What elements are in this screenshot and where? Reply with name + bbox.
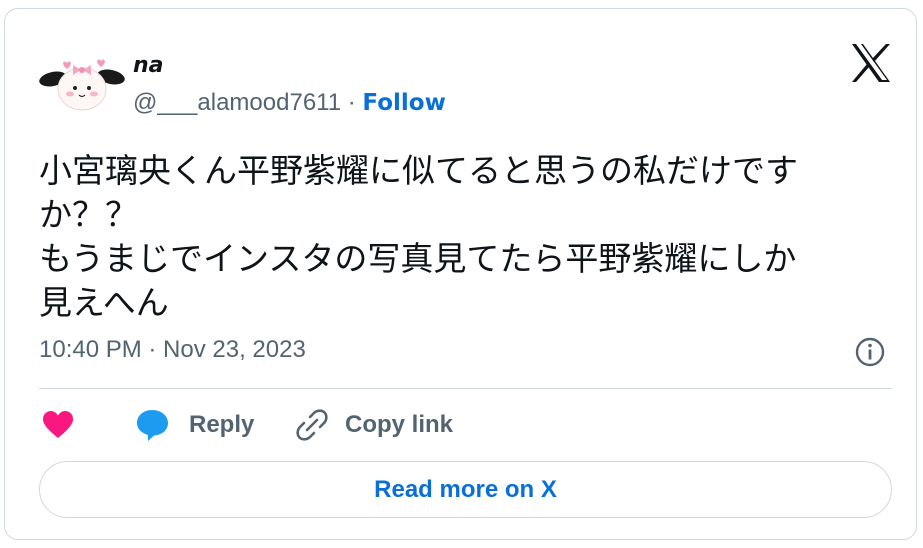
copy-link-button[interactable]: Copy link (295, 405, 453, 445)
avatar[interactable] (39, 53, 125, 113)
author-handle-row: @___alamood7611 · Follow (133, 89, 446, 117)
heart-icon (43, 411, 73, 438)
tweet-text: 小宮璃央くん平野紫耀に似てると思うの私だけです か？？ もうまじでインスタの写真… (39, 151, 798, 322)
info-icon[interactable] (853, 335, 887, 369)
reply-label: Reply (189, 411, 255, 438)
tweet-card: na @___alamood7611 · Follow 小宮璃央くん平野紫耀に似… (4, 8, 917, 540)
copy-link-label: Copy link (345, 411, 454, 438)
tweet-actions: Reply Copy link (39, 405, 892, 445)
follow-button[interactable]: Follow (362, 90, 445, 116)
divider (39, 388, 892, 389)
separator-dot: · (347, 89, 356, 116)
tweet-timestamp[interactable]: 10:40 PM · Nov 23, 2023 (39, 336, 306, 364)
x-logo-icon[interactable] (850, 43, 892, 83)
reply-button[interactable]: Reply (135, 405, 254, 445)
author-handle[interactable]: @___alamood7611 (133, 89, 341, 116)
link-icon (296, 409, 328, 441)
author-name[interactable]: na (133, 53, 164, 78)
reply-icon (137, 410, 168, 441)
read-more-button[interactable]: Read more on X (39, 461, 892, 518)
like-button[interactable] (41, 405, 75, 445)
